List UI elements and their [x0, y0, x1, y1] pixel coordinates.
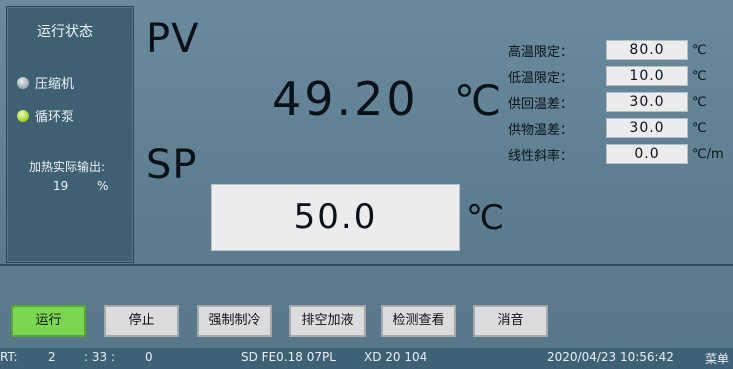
- setting-label: 供回温差：: [508, 96, 574, 112]
- setting-supply-material-diff: 供物温差： 30.0 ℃: [508, 118, 707, 138]
- sp-label: SP: [146, 142, 198, 188]
- sd-readout: SD FE0.18 07PL: [241, 350, 336, 364]
- low-limit-input[interactable]: 10.0: [606, 66, 688, 86]
- stop-button[interactable]: 停止: [104, 305, 179, 337]
- setting-unit: ℃: [692, 94, 707, 110]
- compressor-indicator: 压缩机: [17, 73, 74, 92]
- pump-indicator: 循环泵: [17, 106, 74, 125]
- supply-material-diff-input[interactable]: 30.0: [606, 118, 688, 138]
- heat-output-label: 加热实际输出:: [29, 160, 106, 174]
- setting-unit: ℃: [692, 68, 707, 84]
- run-button[interactable]: 运行: [11, 305, 86, 337]
- setting-unit: ℃: [692, 42, 707, 58]
- sp-value: 50.0: [293, 197, 378, 237]
- pv-value: 49.20: [272, 72, 419, 126]
- runtime-label: RT:: [0, 350, 18, 364]
- pv-label: PV: [146, 16, 200, 62]
- inspect-button[interactable]: 检测查看: [381, 305, 456, 337]
- status-panel-title: 运行状态: [37, 24, 93, 40]
- force-cool-button[interactable]: 强制制冷: [197, 305, 272, 337]
- heat-output-value: 19: [53, 179, 69, 193]
- mute-button[interactable]: 消音: [473, 305, 548, 337]
- sp-input[interactable]: 50.0: [211, 184, 460, 251]
- setting-unit: ℃/m: [692, 146, 724, 162]
- xd-readout: XD 20 104: [364, 350, 428, 364]
- setting-high-limit: 高温限定： 80.0 ℃: [508, 40, 707, 60]
- datetime: 2020/04/23 10:56:42: [547, 350, 674, 364]
- setting-label: 线性斜率：: [508, 148, 574, 164]
- compressor-lamp-icon: [17, 76, 29, 89]
- runtime-seconds: 0: [145, 350, 153, 364]
- sp-unit: ℃: [466, 198, 505, 238]
- heat-output-unit: %: [97, 179, 109, 193]
- setting-supply-return-diff: 供回温差： 30.0 ℃: [508, 92, 707, 112]
- supply-return-diff-input[interactable]: 30.0: [606, 92, 688, 112]
- setting-linear-slope: 线性斜率： 0.0 ℃/m: [508, 144, 724, 164]
- runtime-hours: 2: [48, 350, 56, 364]
- setting-label: 供物温差：: [508, 122, 574, 138]
- hmi-screen: 运行状态 压缩机 循环泵 加热实际输出: 19 % PV 49.20 ℃ SP …: [0, 0, 733, 369]
- setting-unit: ℃: [692, 120, 707, 136]
- setting-label: 高温限定：: [508, 44, 574, 60]
- runtime-minutes: : 33 :: [84, 350, 115, 364]
- drain-fill-button[interactable]: 排空加液: [289, 305, 366, 337]
- compressor-label: 压缩机: [35, 77, 75, 92]
- pv-unit: ℃: [454, 76, 502, 125]
- high-limit-input[interactable]: 80.0: [606, 40, 688, 60]
- pump-label: 循环泵: [35, 110, 75, 125]
- setting-low-limit: 低温限定： 10.0 ℃: [508, 66, 707, 86]
- status-panel: 运行状态 压缩机 循环泵 加热实际输出: 19 %: [6, 6, 134, 263]
- pump-lamp-icon: [17, 109, 29, 122]
- menu-button[interactable]: 菜单: [705, 350, 729, 367]
- linear-slope-input[interactable]: 0.0: [606, 144, 688, 164]
- divider: [0, 264, 733, 266]
- setting-label: 低温限定：: [508, 70, 574, 86]
